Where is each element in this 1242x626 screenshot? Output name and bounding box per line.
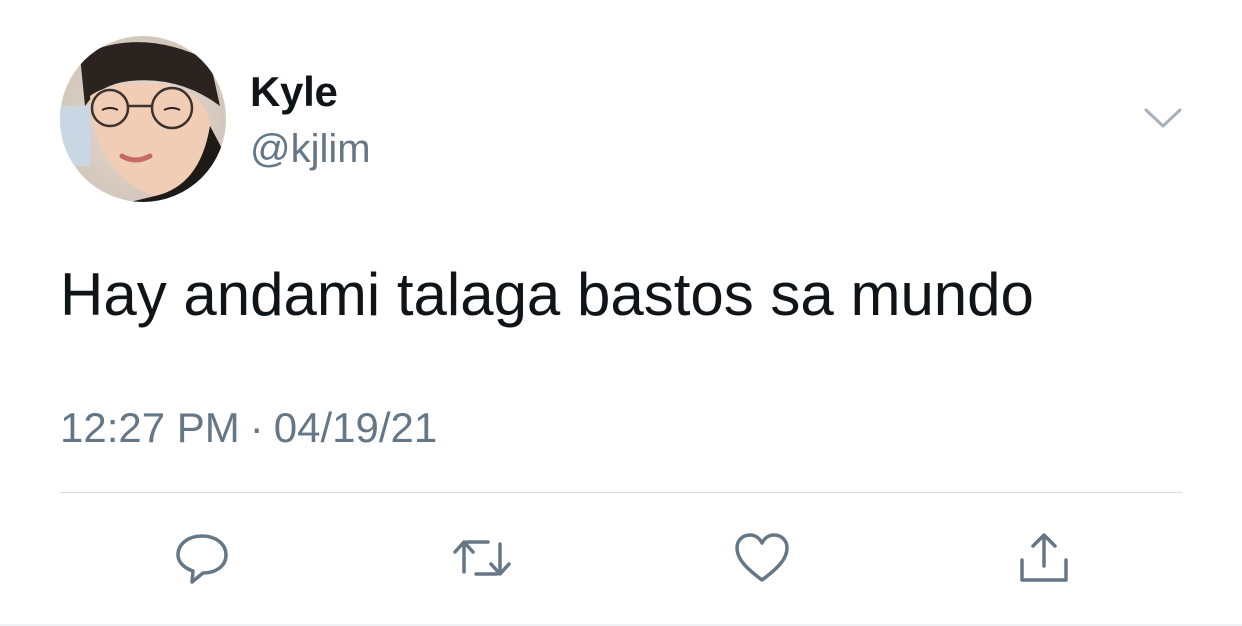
tweet-date: 04/19/21 (273, 404, 438, 451)
user-handle[interactable]: @kjlim (250, 124, 371, 174)
avatar[interactable] (60, 36, 226, 202)
avatar-image (60, 36, 226, 202)
speech-bubble-icon (176, 534, 228, 584)
display-name[interactable]: Kyle (250, 66, 338, 118)
tweet-time: 12:27 PM (60, 404, 240, 451)
heart-icon (735, 533, 789, 582)
share-icon (1020, 533, 1068, 582)
retweet-button[interactable] (450, 528, 514, 588)
divider (60, 492, 1182, 493)
like-button[interactable] (730, 528, 794, 588)
share-button[interactable] (1012, 528, 1076, 588)
reply-button[interactable] (170, 528, 234, 588)
meta-separator: · (249, 404, 264, 451)
retweet-icon (453, 540, 511, 576)
tweet-card: Kyle @kjlim Hay andami talaga bastos sa … (0, 0, 1242, 626)
more-options-button[interactable] (1140, 100, 1186, 136)
tweet-timestamp[interactable]: 12:27 PM · 04/19/21 (60, 400, 437, 456)
tweet-text: Hay andami talaga bastos sa mundo (60, 261, 1034, 328)
chevron-down-icon (1144, 108, 1182, 128)
